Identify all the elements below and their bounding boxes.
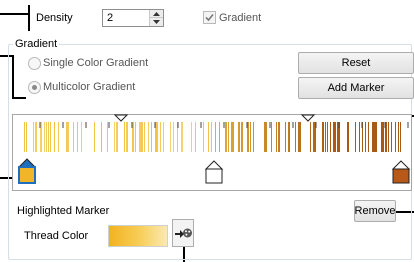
gradient-stripe bbox=[233, 122, 234, 152]
color-marker-icon[interactable] bbox=[204, 160, 224, 184]
color-marker-icon[interactable] bbox=[391, 160, 411, 184]
gradient-stripe bbox=[395, 122, 396, 152]
gradient-stripe bbox=[264, 122, 266, 152]
highlighted-marker-title: Highlighted Marker bbox=[17, 205, 110, 217]
gradient-stripe bbox=[219, 122, 220, 152]
gradient-stripe bbox=[81, 122, 82, 152]
gradient-stripe bbox=[170, 122, 171, 152]
gradient-stripe bbox=[46, 122, 47, 152]
gradient-stripe bbox=[276, 122, 277, 152]
gradient-stripe bbox=[44, 122, 45, 152]
gradient-stripe bbox=[359, 122, 360, 152]
gradient-stripe bbox=[335, 122, 336, 152]
gradient-stripe bbox=[288, 122, 290, 152]
gradient-stripe bbox=[365, 122, 366, 152]
gradient-stripe bbox=[322, 122, 324, 152]
gradient-stripe bbox=[295, 122, 296, 152]
gradient-stripe bbox=[355, 122, 356, 152]
top-marker-icon[interactable] bbox=[300, 114, 316, 122]
gradient-stripe bbox=[148, 122, 149, 152]
gradient-stripe bbox=[48, 122, 49, 152]
gradient-stripe bbox=[327, 122, 328, 152]
color-picker-button[interactable] bbox=[172, 219, 194, 247]
gradient-stripe bbox=[163, 122, 164, 152]
gradient-stripe bbox=[285, 122, 286, 152]
gradient-stripe bbox=[238, 122, 240, 152]
color-marker-icon[interactable] bbox=[17, 158, 37, 184]
gradient-stripe bbox=[266, 122, 267, 152]
color-picker-icon bbox=[175, 228, 192, 238]
gradient-stripe bbox=[151, 122, 152, 152]
gradient-stripe bbox=[116, 122, 118, 152]
gradient-stripe bbox=[66, 122, 68, 152]
gradient-stripe bbox=[310, 122, 311, 152]
gradient-stripe bbox=[191, 122, 192, 152]
gradient-stripe bbox=[376, 122, 377, 152]
gradient-stripe bbox=[144, 122, 145, 152]
gradient-stripe bbox=[141, 122, 143, 152]
gradient-stripe bbox=[107, 122, 108, 152]
gradient-stripe bbox=[241, 122, 243, 152]
gradient-stripe bbox=[58, 122, 59, 152]
gradient-stripe bbox=[313, 122, 315, 152]
gradient-stripe bbox=[300, 122, 301, 152]
gradient-stripe bbox=[54, 122, 55, 152]
gradient-stripe bbox=[126, 122, 128, 152]
gradient-stripe bbox=[372, 122, 374, 152]
gradient-stripe bbox=[101, 122, 102, 152]
gradient-stripe bbox=[114, 122, 115, 152]
gradient-stripe bbox=[271, 122, 272, 152]
remove-button[interactable]: Remove bbox=[354, 200, 396, 222]
gradient-stripe bbox=[195, 122, 196, 152]
gradient-stripe bbox=[383, 122, 384, 152]
gradient-stripe bbox=[208, 122, 209, 152]
gradient-stripe bbox=[298, 122, 300, 152]
thread-color-label: Thread Color bbox=[24, 230, 89, 242]
gradient-stripe bbox=[388, 122, 389, 152]
gradient-stripe bbox=[400, 122, 401, 152]
gradient-stripe bbox=[228, 122, 229, 152]
gradient-stripes bbox=[24, 122, 401, 152]
gradient-stripe bbox=[325, 122, 326, 152]
gradient-stripe bbox=[278, 122, 280, 152]
gradient-stripe bbox=[253, 122, 254, 152]
gradient-stripe bbox=[77, 122, 78, 152]
gradient-stripe bbox=[73, 122, 74, 152]
gradient-stripe bbox=[203, 122, 204, 152]
gradient-stripe bbox=[26, 122, 27, 152]
gradient-stripe bbox=[391, 122, 392, 152]
gradient-stripe bbox=[157, 122, 158, 152]
gradient-ticks bbox=[39, 122, 409, 128]
gradient-stripe bbox=[225, 122, 227, 152]
gradient-stripe bbox=[215, 122, 216, 152]
gradient-stripe bbox=[381, 122, 383, 152]
gradient-stripe bbox=[211, 122, 212, 152]
gradient-stripe bbox=[231, 122, 233, 152]
thread-color-swatch bbox=[108, 225, 168, 247]
gradient-stripe bbox=[68, 122, 69, 152]
top-marker-icon[interactable] bbox=[113, 114, 129, 122]
gradient-stripe bbox=[374, 122, 376, 152]
gradient-stripe bbox=[124, 122, 125, 152]
gradient-stripe bbox=[139, 122, 141, 152]
gradient-stripe bbox=[24, 122, 25, 152]
gradient-stripe bbox=[33, 122, 34, 152]
gradient-stripe bbox=[333, 122, 335, 152]
gradient-stripe bbox=[50, 122, 51, 152]
gradient-stripe bbox=[398, 122, 399, 152]
gradient-stripe bbox=[368, 122, 369, 152]
gradient-stripe bbox=[173, 122, 174, 152]
gradient-stripe bbox=[347, 122, 349, 152]
gradient-stripe bbox=[94, 122, 95, 152]
gradient-stripe bbox=[330, 122, 331, 152]
gradient-stripe bbox=[160, 122, 161, 152]
gradient-stripe bbox=[35, 122, 37, 152]
gradient-stripe bbox=[181, 122, 183, 152]
gradient-editor-graphics bbox=[17, 114, 411, 184]
gradient-stripe bbox=[135, 122, 136, 152]
gradient-stripe bbox=[250, 122, 251, 152]
